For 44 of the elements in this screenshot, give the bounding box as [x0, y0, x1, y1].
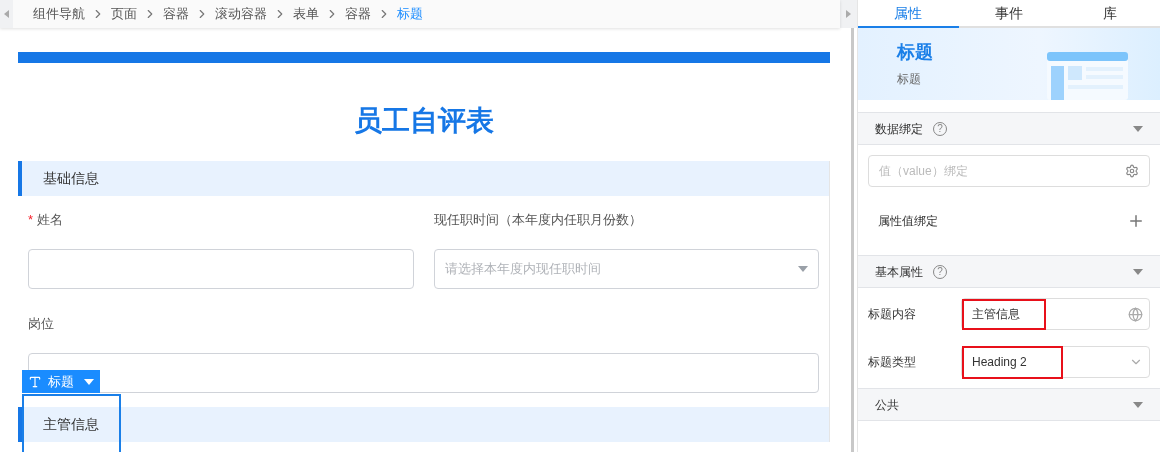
section-header: 主管信息 — [18, 407, 829, 442]
group-title: 公共 — [875, 396, 899, 414]
breadcrumb-item[interactable]: 组件导航 — [33, 4, 85, 24]
toolbar-label: 标题 — [48, 372, 74, 391]
breadcrumb-item[interactable]: 容器 — [163, 4, 189, 24]
collapse-panel-button[interactable] — [840, 0, 857, 28]
collapse-caret-icon — [1133, 268, 1143, 275]
group-header[interactable]: 基本属性 ? — [858, 255, 1160, 288]
text-icon — [28, 374, 42, 389]
breadcrumb-item[interactable]: 表单 — [293, 4, 319, 24]
field-label: 岗位 — [28, 315, 54, 334]
right-arrow-icon — [846, 10, 851, 18]
row-label: 标题内容 — [868, 306, 917, 323]
group-header[interactable]: 公共 — [858, 388, 1160, 421]
settings-icon — [1125, 164, 1139, 178]
group-title: 基本属性 — [875, 263, 923, 281]
collapse-caret-icon — [1133, 125, 1143, 132]
section-header: 基础信息 — [18, 161, 829, 196]
row-label: 属性值绑定 — [878, 213, 938, 230]
select-field[interactable]: Heading 2 — [961, 346, 1150, 378]
group-title: 数据绑定 — [875, 120, 923, 138]
add-icon[interactable] — [1127, 212, 1145, 230]
dropdown-icon — [798, 266, 808, 272]
component-title: 标题 — [897, 41, 933, 64]
field-value: 主管信息 — [962, 298, 1046, 330]
field-label: 姓名 — [37, 211, 64, 230]
required-mark: * — [28, 211, 34, 230]
group-header[interactable]: 数据绑定 ? — [858, 112, 1160, 145]
row-label: 标题类型 — [868, 354, 917, 371]
field-label: 现任职时间（本年度内任职月份数） — [433, 211, 642, 230]
globe-icon — [1128, 306, 1143, 322]
collapse-caret-icon — [1133, 401, 1143, 408]
scroll-left-button[interactable] — [0, 0, 13, 28]
text-field[interactable]: 主管信息 — [961, 298, 1150, 330]
field-value: Heading 2 — [962, 345, 1063, 379]
input-field[interactable] — [28, 353, 819, 393]
input-field[interactable] — [28, 249, 414, 289]
form-title: 员工自评表 — [353, 104, 495, 138]
breadcrumb-item[interactable]: 容器 — [345, 4, 371, 24]
left-arrow-icon — [4, 10, 9, 18]
caret-icon — [84, 378, 94, 385]
component-subtitle: 标题 — [897, 71, 922, 88]
breadcrumb-item[interactable]: 滚动容器 — [215, 4, 267, 24]
breadcrumb-item[interactable]: 页面 — [111, 4, 137, 24]
